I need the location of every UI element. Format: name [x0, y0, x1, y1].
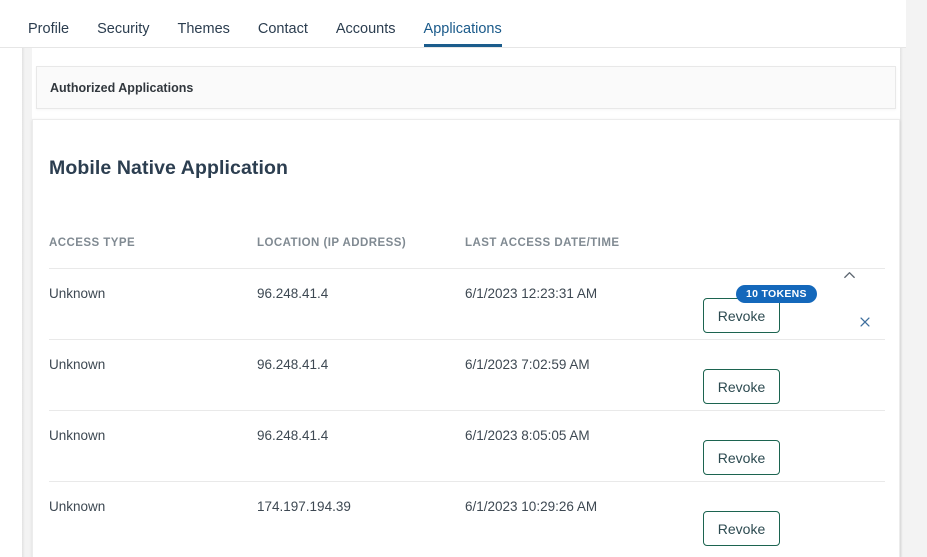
authorized-applications-header: Authorized Applications — [36, 66, 896, 109]
token-count-badge: 10 TOKENS — [736, 285, 817, 303]
cell-access-type: Unknown — [49, 286, 106, 301]
tab-themes[interactable]: Themes — [164, 20, 244, 48]
table-row: Unknown 96.248.41.4 6/1/2023 7:02:59 AM … — [49, 340, 885, 411]
tab-accounts[interactable]: Accounts — [322, 20, 410, 48]
table-row: Unknown 174.197.194.39 6/1/2023 10:29:26… — [49, 482, 885, 553]
cell-access-type: Unknown — [49, 428, 106, 443]
tab-profile-label: Profile — [28, 20, 70, 37]
table-header-row: ACCESS TYPE LOCATION (IP ADDRESS) LAST A… — [49, 237, 885, 269]
right-gutter-shadow — [900, 0, 903, 557]
application-title: Mobile Native Application — [49, 157, 289, 180]
tab-security[interactable]: Security — [83, 20, 163, 48]
revoke-button[interactable]: Revoke — [703, 298, 780, 333]
cell-last-access: 6/1/2023 8:05:05 AM — [465, 428, 590, 443]
left-gutter — [22, 0, 32, 557]
cell-actions: Revoke — [673, 411, 885, 481]
cell-actions: Revoke — [673, 340, 885, 410]
left-gutter-shadow — [22, 0, 25, 557]
revoke-button[interactable]: Revoke — [703, 511, 780, 546]
page-root: Profile Security Themes Contact Accounts… — [0, 0, 927, 557]
tab-applications[interactable]: Applications — [410, 20, 516, 48]
authorized-applications-label: Authorized Applications — [50, 80, 194, 95]
tab-accounts-label: Accounts — [335, 20, 396, 37]
revoke-button[interactable]: Revoke — [703, 369, 780, 404]
close-icon — [858, 315, 872, 334]
cell-actions: Revoke — [673, 482, 885, 553]
cell-location: 96.248.41.4 — [257, 357, 329, 372]
revoke-button[interactable]: Revoke — [703, 440, 780, 475]
application-card: Mobile Native Application 10 TOKENS ACCE… — [32, 119, 900, 557]
tab-themes-label: Themes — [177, 20, 230, 37]
tab-contact[interactable]: Contact — [244, 20, 322, 48]
tab-applications-label: Applications — [423, 20, 502, 37]
column-header-location: LOCATION (IP ADDRESS) — [257, 237, 407, 249]
token-count-badge-label: 10 TOKENS — [746, 288, 807, 300]
tab-contact-label: Contact — [257, 20, 308, 37]
right-gutter — [900, 0, 927, 557]
cell-access-type: Unknown — [49, 357, 106, 372]
table-row: Unknown 96.248.41.4 6/1/2023 12:23:31 AM… — [49, 269, 885, 340]
chevron-up-icon — [842, 268, 857, 288]
column-header-last-access: LAST ACCESS DATE/TIME — [465, 237, 620, 249]
tab-bar: Profile Security Themes Contact Accounts… — [0, 0, 906, 48]
tab-security-label: Security — [97, 20, 150, 37]
cell-last-access: 6/1/2023 7:02:59 AM — [465, 357, 590, 372]
table-row: Unknown 96.248.41.4 6/1/2023 8:05:05 AM … — [49, 411, 885, 482]
column-header-access-type: ACCESS TYPE — [49, 237, 136, 249]
collapse-toggle-button[interactable] — [835, 264, 863, 292]
cell-location: 96.248.41.4 — [257, 428, 329, 443]
cell-last-access: 6/1/2023 12:23:31 AM — [465, 286, 598, 301]
remove-application-button[interactable] — [851, 310, 879, 338]
tab-profile[interactable]: Profile — [28, 20, 83, 48]
cell-location: 96.248.41.4 — [257, 286, 329, 301]
cell-access-type: Unknown — [49, 499, 106, 514]
cell-last-access: 6/1/2023 10:29:26 AM — [465, 499, 598, 514]
cell-location: 174.197.194.39 — [257, 499, 351, 514]
